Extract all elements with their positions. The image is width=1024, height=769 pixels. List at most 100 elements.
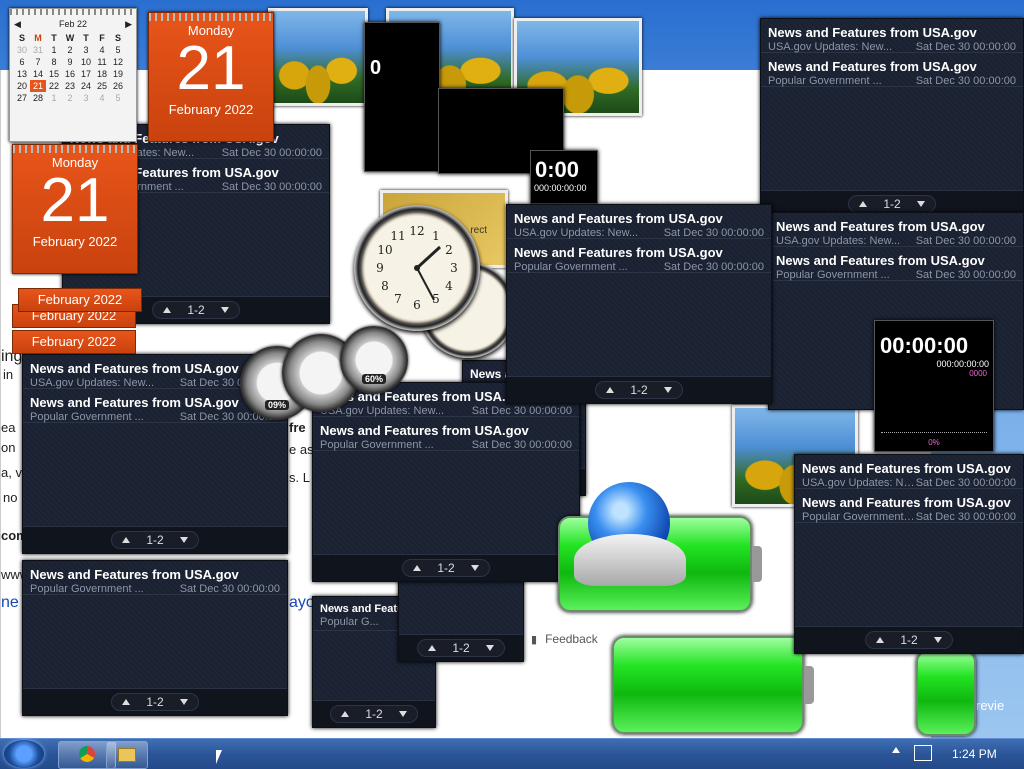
news-feed-gadget[interactable]: News and Features from USA.gov USA.gov U… bbox=[312, 382, 580, 582]
news-feed-gadget[interactable]: News and Features from USA.gov USA.gov U… bbox=[794, 454, 1024, 654]
calendar-day-cell[interactable]: 24 bbox=[78, 80, 94, 92]
calendar-day-cell[interactable]: 2 bbox=[62, 92, 78, 104]
page-down-icon[interactable] bbox=[663, 387, 672, 393]
calendar-day-cell[interactable]: 3 bbox=[78, 44, 94, 56]
page-up-icon[interactable] bbox=[163, 307, 172, 313]
page-down-icon[interactable] bbox=[398, 711, 407, 717]
page-up-icon[interactable] bbox=[413, 565, 422, 571]
page-up-icon[interactable] bbox=[606, 387, 615, 393]
memory-meter[interactable]: 60% bbox=[340, 326, 408, 394]
calendar-gadget[interactable]: February 2022 bbox=[12, 330, 136, 354]
page-down-icon[interactable] bbox=[179, 537, 188, 543]
page-down-icon[interactable] bbox=[179, 699, 188, 705]
page-down-icon[interactable] bbox=[485, 645, 494, 651]
calendar-day-cell[interactable]: 28 bbox=[30, 92, 46, 104]
background-link[interactable]: ne bbox=[1, 594, 19, 612]
feed-item[interactable]: News and Features from USA.gov Popular G… bbox=[761, 53, 1023, 87]
page-up-icon[interactable] bbox=[859, 201, 868, 207]
next-month-icon[interactable]: ▶ bbox=[125, 19, 132, 30]
calendar-day-cell[interactable]: 11 bbox=[94, 56, 110, 68]
calendar-day-cell[interactable]: 6 bbox=[14, 56, 30, 68]
feed-item[interactable]: News and Features from USA.gov USA.gov U… bbox=[507, 205, 771, 239]
feed-item[interactable]: News and Features from USA.gov Popular G… bbox=[313, 417, 579, 451]
news-feed-gadget[interactable]: News and Features from USA.gov USA.gov U… bbox=[506, 204, 772, 404]
feed-item[interactable]: News and Features from USA.gov USA.gov U… bbox=[769, 213, 1023, 247]
network-icon[interactable] bbox=[914, 745, 932, 761]
calendar-day-cell[interactable]: 26 bbox=[110, 80, 126, 92]
analog-clock[interactable]: 12 1 2 345 678 9 10 11 bbox=[354, 205, 480, 331]
start-button[interactable] bbox=[4, 740, 44, 768]
page-up-icon[interactable] bbox=[122, 699, 131, 705]
feed-item[interactable]: News and Features from USA.gov Popular G… bbox=[23, 561, 287, 595]
calendar-day-cell[interactable]: 30 bbox=[14, 44, 30, 56]
calendar-day-cell[interactable]: 7 bbox=[30, 56, 46, 68]
calendar-day-cell[interactable]: 18 bbox=[94, 68, 110, 80]
feed-item[interactable]: News and Features from USA.gov Popular G… bbox=[769, 247, 1023, 281]
page-down-icon[interactable] bbox=[470, 565, 479, 571]
background-link[interactable]: ayo bbox=[289, 594, 315, 612]
calendar-day-cell[interactable]: 13 bbox=[14, 68, 30, 80]
mouse-cursor-icon bbox=[216, 750, 222, 764]
battery-gadget[interactable] bbox=[612, 636, 814, 734]
calendar-day-cell[interactable]: 16 bbox=[62, 68, 78, 80]
calendar-day-cell[interactable]: 31 bbox=[30, 44, 46, 56]
taskbar-explorer-button[interactable] bbox=[106, 741, 148, 769]
calendar-day-cell[interactable]: 10 bbox=[78, 56, 94, 68]
news-feed-gadget[interactable]: News and Features from USA.gov USA.gov U… bbox=[760, 18, 1024, 218]
calendar-day-cell[interactable]: 3 bbox=[78, 92, 94, 104]
calendar-day-cell[interactable]: 20 bbox=[14, 80, 30, 92]
calendar-gadget[interactable]: Monday 21 February 2022 bbox=[12, 144, 138, 274]
page-down-icon[interactable] bbox=[220, 307, 229, 313]
clock-time[interactable]: 1:24 PM bbox=[952, 747, 997, 761]
page-down-icon[interactable] bbox=[916, 201, 925, 207]
feed-item-title: News and Features from USA.gov bbox=[776, 253, 985, 268]
feed-item[interactable]: News and Features from USA.gov USA.gov U… bbox=[761, 19, 1023, 53]
calendar-day-cell[interactable]: 5 bbox=[110, 92, 126, 104]
page-up-icon[interactable] bbox=[122, 537, 131, 543]
calendar-day-cell[interactable]: 23 bbox=[62, 80, 78, 92]
calendar-gadget[interactable]: February 2022 bbox=[18, 288, 142, 312]
calendar-day-cell[interactable]: 4 bbox=[94, 92, 110, 104]
feed-item[interactable]: News and Features from USA.gov Popular G… bbox=[795, 489, 1023, 523]
svg-text:2: 2 bbox=[445, 243, 453, 257]
messenger-icon[interactable] bbox=[574, 482, 686, 594]
prev-month-icon[interactable]: ◀ bbox=[14, 19, 21, 30]
feedback-link[interactable]: ▮ Feedback bbox=[531, 632, 598, 646]
calendar-day-cell[interactable]: 14 bbox=[30, 68, 46, 80]
page-down-icon[interactable] bbox=[933, 637, 942, 643]
calendar-day-cell[interactable]: 27 bbox=[14, 92, 30, 104]
month-calendar-gadget[interactable]: ◀ Feb 22 ▶ S M T W T F S 30 31 1 2 3 4 5 6 7 8 9 10 11 12 13 1… bbox=[9, 8, 137, 142]
slideshow-photo[interactable] bbox=[268, 8, 368, 106]
calendar-day-cell[interactable]: 19 bbox=[110, 68, 126, 80]
calendar-day-cell[interactable]: 5 bbox=[110, 44, 126, 56]
timer-gadget[interactable]: 0 bbox=[364, 22, 440, 172]
calendar-day-cell[interactable]: 22 bbox=[46, 80, 62, 92]
feed-item[interactable]: News and Features from USA.gov USA.gov U… bbox=[795, 455, 1023, 489]
feed-pager: 1-2 bbox=[507, 376, 771, 403]
calendar-day-cell[interactable]: 25 bbox=[94, 80, 110, 92]
stopwatch-gadget[interactable]: 00:00:00 000:00:00:00 0000 0% bbox=[874, 320, 994, 452]
calendar-day-cell[interactable]: 8 bbox=[46, 56, 62, 68]
calendar-day-cell[interactable]: 12 bbox=[110, 56, 126, 68]
feed-item[interactable]: News and Features from USA.gov Popular G… bbox=[507, 239, 771, 273]
calendar-day-cell[interactable]: 1 bbox=[46, 44, 62, 56]
page-up-icon[interactable] bbox=[341, 711, 350, 717]
show-hidden-icons-icon[interactable] bbox=[892, 747, 900, 753]
calendar-day-cell[interactable]: 1 bbox=[46, 92, 62, 104]
calendar-day-cell[interactable]: 15 bbox=[46, 68, 62, 80]
timer-gadget[interactable]: 0:00 000:00:00:00 bbox=[530, 150, 598, 204]
page-up-icon[interactable] bbox=[876, 637, 885, 643]
meter-percent: 60% bbox=[361, 374, 387, 384]
calendar-gadget[interactable]: Monday 21 February 2022 bbox=[148, 12, 274, 142]
feed-page-label: 1-2 bbox=[630, 383, 648, 397]
calendar-day-cell[interactable]: 21 bbox=[30, 80, 46, 92]
feed-item-source: Popular Government ... bbox=[768, 75, 882, 87]
calendar-day-cell[interactable]: 2 bbox=[62, 44, 78, 56]
calendar-day-cell[interactable]: 17 bbox=[78, 68, 94, 80]
calendar-day-cell[interactable]: 9 bbox=[62, 56, 78, 68]
feed-item-date: Sat Dec 30 00:00:00 bbox=[915, 511, 1016, 523]
news-feed-gadget[interactable]: News and Features from USA.gov Popular G… bbox=[22, 560, 288, 716]
calendar-day-cell[interactable]: 4 bbox=[94, 44, 110, 56]
battery-gadget[interactable] bbox=[916, 650, 976, 736]
page-up-icon[interactable] bbox=[428, 645, 437, 651]
